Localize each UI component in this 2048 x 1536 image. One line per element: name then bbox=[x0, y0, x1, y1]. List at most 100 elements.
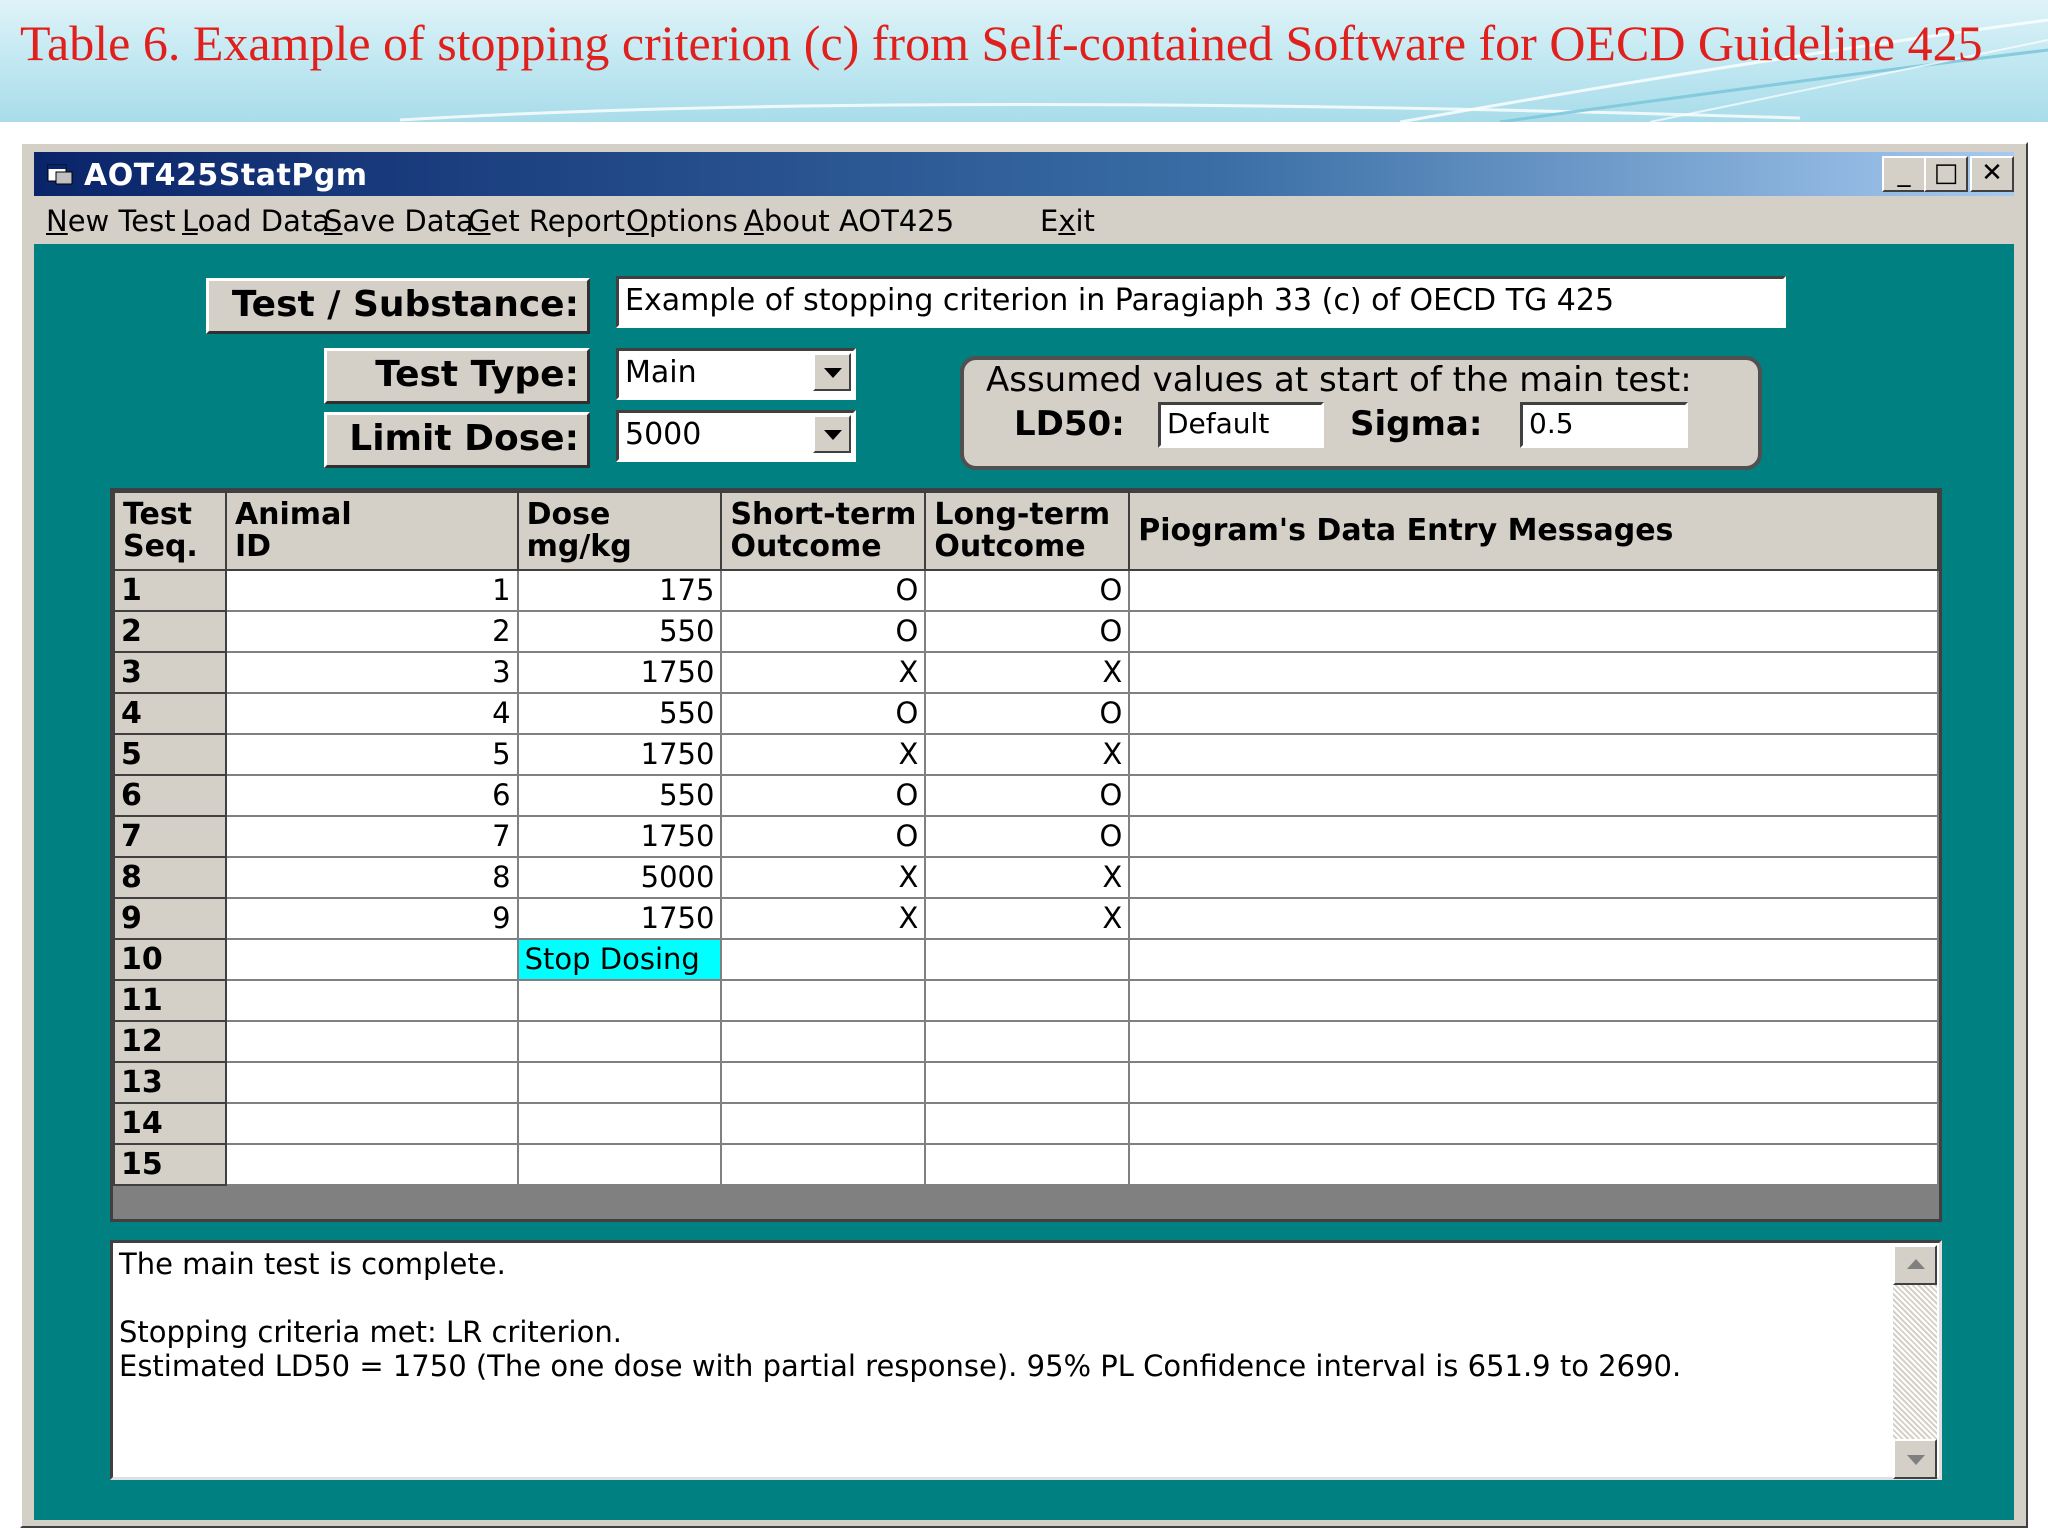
long-term-outcome-cell[interactable]: O bbox=[924, 569, 1131, 612]
message-cell[interactable] bbox=[1128, 979, 1939, 1022]
row-header-seq[interactable]: 1 bbox=[113, 569, 227, 612]
message-cell[interactable] bbox=[1128, 897, 1939, 940]
header-messages[interactable]: Piogram's Data Entry Messages bbox=[1128, 491, 1939, 571]
short-term-outcome-cell[interactable]: O bbox=[720, 610, 927, 653]
long-term-outcome-cell[interactable] bbox=[924, 979, 1131, 1022]
short-term-outcome-cell[interactable]: O bbox=[720, 815, 927, 858]
row-header-seq[interactable]: 11 bbox=[113, 979, 227, 1022]
row-header-seq[interactable]: 6 bbox=[113, 774, 227, 817]
short-term-outcome-cell[interactable]: X bbox=[720, 733, 927, 776]
animal-id-cell[interactable]: 4 bbox=[224, 692, 519, 735]
scroll-up-icon[interactable] bbox=[1893, 1245, 1937, 1285]
dose-cell[interactable] bbox=[516, 1061, 723, 1104]
long-term-outcome-cell[interactable]: X bbox=[924, 651, 1131, 694]
animal-id-cell[interactable] bbox=[224, 1061, 519, 1104]
message-cell[interactable] bbox=[1128, 651, 1939, 694]
long-term-outcome-cell[interactable]: O bbox=[924, 815, 1131, 858]
row-header-seq[interactable]: 14 bbox=[113, 1102, 227, 1145]
animal-id-cell[interactable]: 5 bbox=[224, 733, 519, 776]
row-header-seq[interactable]: 4 bbox=[113, 692, 227, 735]
short-term-outcome-cell[interactable]: O bbox=[720, 569, 927, 612]
animal-id-cell[interactable]: 3 bbox=[224, 651, 519, 694]
message-cell[interactable] bbox=[1128, 1061, 1939, 1104]
message-cell[interactable] bbox=[1128, 1102, 1939, 1145]
long-term-outcome-cell[interactable] bbox=[924, 1061, 1131, 1104]
row-header-seq[interactable]: 8 bbox=[113, 856, 227, 899]
row-header-seq[interactable]: 13 bbox=[113, 1061, 227, 1104]
dose-cell[interactable]: 1750 bbox=[516, 897, 723, 940]
row-header-seq[interactable]: 12 bbox=[113, 1020, 227, 1063]
short-term-outcome-cell[interactable]: X bbox=[720, 651, 927, 694]
message-cell[interactable] bbox=[1128, 938, 1939, 981]
close-button[interactable]: ✕ bbox=[1970, 156, 2014, 192]
row-header-seq[interactable]: 10 bbox=[113, 938, 227, 981]
row-header-seq[interactable]: 7 bbox=[113, 815, 227, 858]
long-term-outcome-cell[interactable]: O bbox=[924, 774, 1131, 817]
row-header-seq[interactable]: 9 bbox=[113, 897, 227, 940]
row-header-seq[interactable]: 3 bbox=[113, 651, 227, 694]
long-term-outcome-cell[interactable]: X bbox=[924, 856, 1131, 899]
stop-dosing-cell[interactable]: Stop Dosing bbox=[516, 938, 723, 981]
vertical-scrollbar[interactable] bbox=[1893, 1245, 1937, 1479]
header-short-term-outcome[interactable]: Short-term Outcome bbox=[720, 491, 927, 571]
menu-load-data[interactable]: Load Data bbox=[182, 204, 330, 238]
short-term-outcome-cell[interactable] bbox=[720, 1020, 927, 1063]
dose-cell[interactable]: 550 bbox=[516, 610, 723, 653]
dose-cell[interactable] bbox=[516, 1102, 723, 1145]
long-term-outcome-cell[interactable] bbox=[924, 1143, 1131, 1186]
animal-id-cell[interactable]: 8 bbox=[224, 856, 519, 899]
animal-id-cell[interactable] bbox=[224, 1020, 519, 1063]
dose-cell[interactable]: 1750 bbox=[516, 733, 723, 776]
menu-get-report[interactable]: Get Report bbox=[468, 204, 625, 238]
animal-id-cell[interactable]: 6 bbox=[224, 774, 519, 817]
dose-cell[interactable]: 175 bbox=[516, 569, 723, 612]
menu-about[interactable]: About AOT425 bbox=[744, 204, 954, 238]
dose-cell[interactable]: 5000 bbox=[516, 856, 723, 899]
long-term-outcome-cell[interactable] bbox=[924, 1020, 1131, 1063]
message-cell[interactable] bbox=[1128, 692, 1939, 735]
short-term-outcome-cell[interactable]: X bbox=[720, 856, 927, 899]
header-dose[interactable]: Dose mg/kg bbox=[516, 491, 723, 571]
maximize-button[interactable]: □ bbox=[1924, 156, 1968, 192]
menu-new-test[interactable]: New Test bbox=[46, 204, 176, 238]
dose-cell[interactable] bbox=[516, 979, 723, 1022]
message-cell[interactable] bbox=[1128, 733, 1939, 776]
chevron-down-icon[interactable] bbox=[813, 415, 851, 453]
ld50-input[interactable]: Default bbox=[1158, 402, 1324, 448]
row-header-seq[interactable]: 5 bbox=[113, 733, 227, 776]
short-term-outcome-cell[interactable] bbox=[720, 938, 927, 981]
row-header-seq[interactable]: 15 bbox=[113, 1143, 227, 1186]
title-bar[interactable]: AOT425StatPgm _ □ ✕ bbox=[34, 152, 2014, 196]
short-term-outcome-cell[interactable] bbox=[720, 1143, 927, 1186]
animal-id-cell[interactable] bbox=[224, 1143, 519, 1186]
test-type-select[interactable]: Main bbox=[616, 348, 856, 400]
short-term-outcome-cell[interactable]: O bbox=[720, 692, 927, 735]
message-cell[interactable] bbox=[1128, 774, 1939, 817]
sigma-input[interactable]: 0.5 bbox=[1520, 402, 1688, 448]
dose-cell[interactable]: 550 bbox=[516, 692, 723, 735]
message-output[interactable]: The main test is complete. Stopping crit… bbox=[110, 1240, 1942, 1480]
animal-id-cell[interactable]: 2 bbox=[224, 610, 519, 653]
header-test-seq[interactable]: Test Seq. bbox=[113, 491, 227, 571]
dose-cell[interactable]: 1750 bbox=[516, 651, 723, 694]
short-term-outcome-cell[interactable] bbox=[720, 979, 927, 1022]
message-cell[interactable] bbox=[1128, 610, 1939, 653]
animal-id-cell[interactable]: 1 bbox=[224, 569, 519, 612]
long-term-outcome-cell[interactable]: X bbox=[924, 733, 1131, 776]
menu-options[interactable]: Options bbox=[626, 204, 738, 238]
short-term-outcome-cell[interactable] bbox=[720, 1102, 927, 1145]
dose-cell[interactable]: 1750 bbox=[516, 815, 723, 858]
long-term-outcome-cell[interactable] bbox=[924, 938, 1131, 981]
long-term-outcome-cell[interactable]: O bbox=[924, 692, 1131, 735]
message-cell[interactable] bbox=[1128, 856, 1939, 899]
short-term-outcome-cell[interactable] bbox=[720, 1061, 927, 1104]
short-term-outcome-cell[interactable]: O bbox=[720, 774, 927, 817]
long-term-outcome-cell[interactable]: X bbox=[924, 897, 1131, 940]
limit-dose-select[interactable]: 5000 bbox=[616, 410, 856, 462]
chevron-down-icon[interactable] bbox=[813, 353, 851, 391]
header-animal-id[interactable]: Animal ID bbox=[224, 491, 519, 571]
animal-id-cell[interactable]: 9 bbox=[224, 897, 519, 940]
header-long-term-outcome[interactable]: Long-term Outcome bbox=[924, 491, 1131, 571]
long-term-outcome-cell[interactable]: O bbox=[924, 610, 1131, 653]
menu-save-data[interactable]: Save Data bbox=[324, 204, 474, 238]
